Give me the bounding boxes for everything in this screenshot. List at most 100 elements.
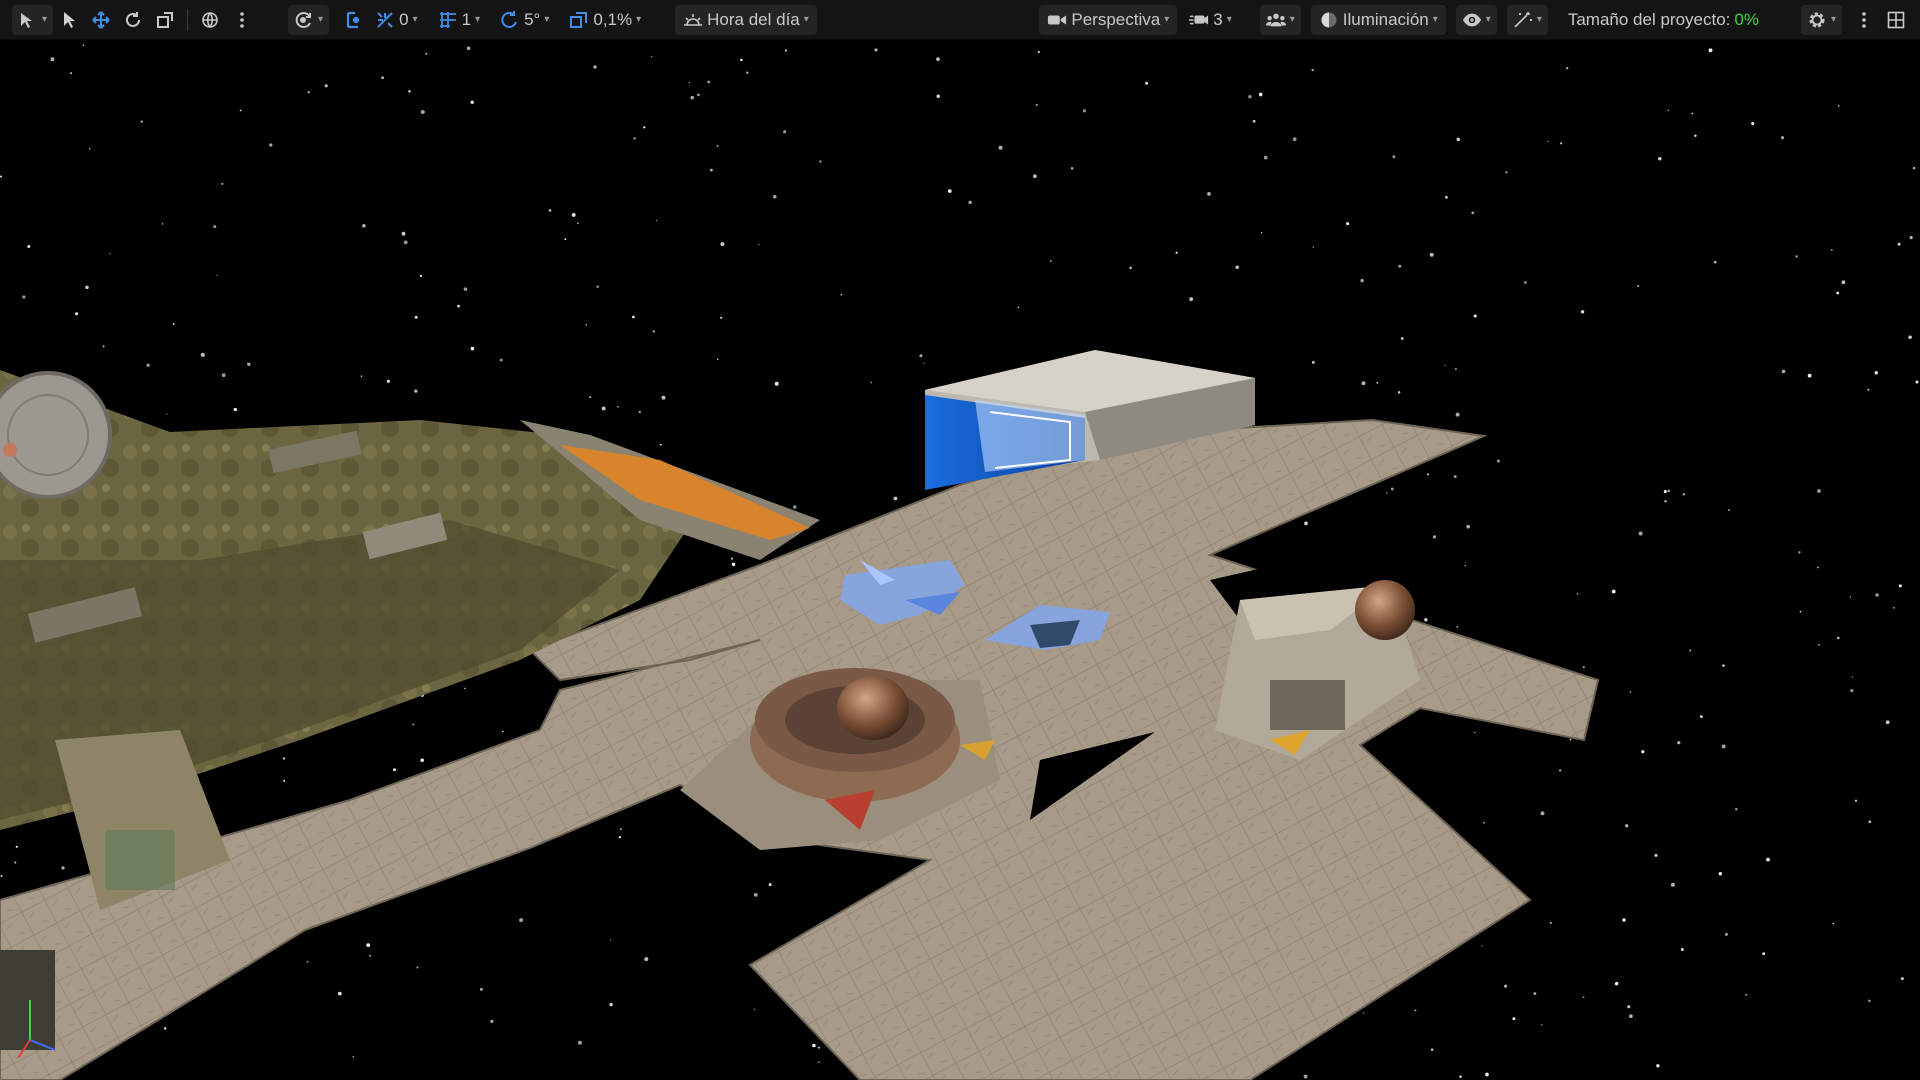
star (412, 723, 415, 726)
star (947, 189, 952, 193)
star (1033, 174, 1037, 179)
star (0, 874, 3, 877)
star (1252, 119, 1256, 123)
chevron-down-icon: ▾ (318, 14, 324, 25)
star (420, 758, 424, 763)
star (564, 238, 567, 241)
star (773, 194, 777, 199)
star (617, 406, 619, 408)
rotate-icon (123, 10, 143, 30)
star (730, 557, 734, 560)
translate-snap-dropdown[interactable]: 0 ▾ (369, 5, 424, 35)
kebab-icon (1854, 10, 1874, 30)
sparkle-icon (1513, 10, 1533, 30)
users-dropdown[interactable]: ▾ (1259, 4, 1301, 35)
star (1854, 799, 1858, 802)
grid-snap-dropdown[interactable]: 1 ▾ (432, 5, 487, 35)
star (609, 939, 612, 941)
world-local-button[interactable] (194, 5, 226, 35)
star (758, 244, 760, 246)
rotation-snap-dropdown[interactable]: 5° ▾ (494, 5, 555, 35)
lighting-sphere-icon (1319, 10, 1339, 30)
chevron-down-icon: ▾ (1226, 14, 1232, 25)
star (740, 58, 743, 62)
star (221, 373, 226, 378)
star (1070, 167, 1074, 170)
star (283, 779, 286, 782)
star (577, 222, 579, 225)
lighting-dropdown[interactable]: Iluminación ▾ (1310, 4, 1446, 35)
star (1505, 171, 1508, 174)
arrow-select-button[interactable] (53, 5, 85, 35)
star (1677, 741, 1681, 745)
star (650, 55, 653, 58)
star (1680, 948, 1684, 951)
star (386, 379, 390, 383)
star (1175, 251, 1178, 254)
view-mode-label: Perspectiva (1071, 9, 1161, 29)
star (1867, 388, 1870, 391)
snap-toggle-button[interactable] (337, 5, 369, 35)
star (1261, 232, 1263, 234)
star (1780, 136, 1785, 140)
star (1629, 691, 1632, 693)
star (768, 883, 772, 887)
star (499, 358, 503, 362)
eye-icon (1462, 10, 1482, 30)
star (697, 93, 700, 97)
star (707, 80, 711, 84)
settings-dropdown[interactable]: ▾ (1800, 4, 1842, 35)
star (239, 109, 242, 112)
rotation-snap-value: 5° (524, 9, 541, 29)
star (1915, 380, 1919, 384)
star (1898, 584, 1902, 588)
scale-snap-value: 0,1% (593, 9, 633, 29)
star (1549, 921, 1552, 925)
kebab-menu-button[interactable] (1848, 5, 1880, 35)
star (163, 1027, 167, 1030)
translate-button[interactable] (85, 5, 117, 35)
lighting-label: Iluminación (1342, 9, 1429, 29)
star (1304, 521, 1308, 526)
chevron-down-icon: ▾ (475, 14, 481, 25)
view-mode-dropdown[interactable]: Perspectiva ▾ (1039, 4, 1178, 35)
star (874, 48, 878, 52)
more-options-icon (232, 10, 252, 30)
scale-snap-dropdown[interactable]: 0,1% ▾ (563, 5, 647, 35)
camera-speed-value: 3 (1213, 9, 1223, 29)
star (1582, 666, 1585, 669)
star (817, 1046, 820, 1049)
select-mode-dropdown[interactable]: ▾ (12, 4, 54, 35)
camera-speed-dropdown[interactable]: 3 ▾ (1183, 5, 1238, 35)
more-options-button[interactable] (226, 5, 258, 35)
layout-button[interactable] (1880, 5, 1912, 35)
star (1459, 1075, 1462, 1078)
star (213, 225, 217, 229)
star (655, 219, 658, 222)
star (998, 145, 1003, 150)
star (585, 324, 588, 326)
star (1691, 112, 1694, 115)
chevron-down-icon: ▾ (803, 14, 809, 25)
rotate-button[interactable] (117, 5, 149, 35)
level-viewport[interactable] (0, 40, 1920, 1080)
star (596, 285, 599, 288)
star (414, 389, 418, 393)
star (1868, 999, 1871, 1003)
star (632, 315, 635, 319)
star (172, 322, 175, 325)
effects-dropdown[interactable]: ▾ (1506, 4, 1548, 35)
star (416, 966, 419, 969)
star (1637, 284, 1640, 288)
star (1831, 248, 1833, 251)
scale-button[interactable] (149, 5, 181, 35)
star (1474, 731, 1476, 734)
show-flags-dropdown[interactable]: ▾ (1455, 4, 1497, 35)
surface-snap-dropdown[interactable]: ▾ (288, 4, 330, 35)
time-of-day-dropdown[interactable]: Hora del día ▾ (675, 4, 817, 35)
star (70, 72, 73, 75)
star (1471, 211, 1475, 215)
star (1682, 493, 1686, 496)
star (109, 253, 111, 255)
chevron-down-icon: ▾ (412, 14, 418, 25)
